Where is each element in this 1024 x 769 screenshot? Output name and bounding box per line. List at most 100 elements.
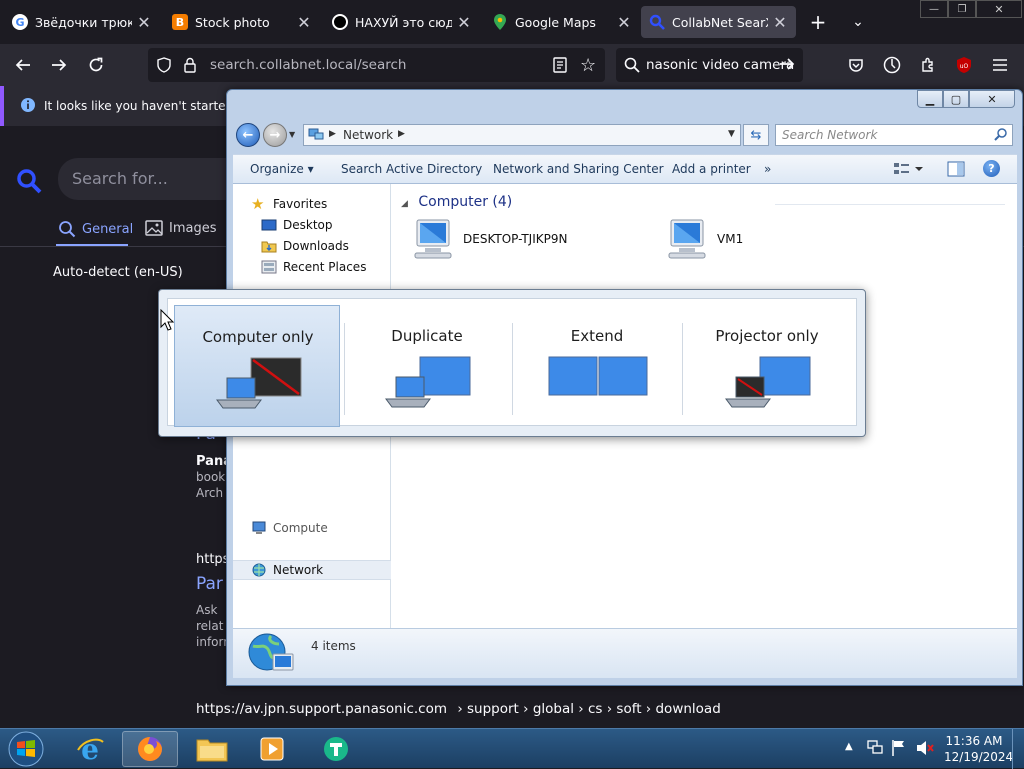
- nav-computer[interactable]: Compute: [251, 518, 409, 538]
- address-bar[interactable]: ▶ Network ▶ ▼: [303, 124, 741, 146]
- explorer-back-icon[interactable]: ←: [236, 123, 260, 147]
- action-center-flag-icon[interactable]: [891, 739, 907, 760]
- bookmark-star-icon[interactable]: ☆: [580, 55, 596, 76]
- nav-computer-label: Compute: [273, 521, 328, 535]
- option-label: Projector only: [715, 327, 819, 345]
- close-window-icon[interactable]: ✕: [976, 0, 1022, 18]
- option-projector-only[interactable]: Projector only: [684, 305, 850, 427]
- url-bar[interactable]: search.collabnet.local/search ☆: [148, 48, 605, 82]
- reader-view-icon[interactable]: [553, 57, 567, 76]
- media-player-icon: [260, 737, 284, 761]
- downloads-folder-icon: [261, 241, 277, 253]
- breadcrumb-network[interactable]: Network: [343, 128, 393, 142]
- address-dropdown-icon[interactable]: ▼: [728, 129, 735, 139]
- browser-nav-bar: search.collabnet.local/search ☆ nasonic …: [0, 44, 1024, 86]
- close-tab-icon[interactable]: ✕: [616, 13, 632, 32]
- close-window-icon[interactable]: ✕: [969, 90, 1015, 108]
- add-printer-button[interactable]: Add a printer: [672, 162, 751, 176]
- extensions-puzzle-icon[interactable]: [915, 52, 941, 78]
- start-button[interactable]: [6, 730, 46, 768]
- volume-muted-icon[interactable]: [915, 739, 935, 760]
- close-tab-icon[interactable]: ✕: [456, 13, 472, 32]
- clock[interactable]: 11:36 AM 12/19/2024: [944, 733, 1014, 765]
- back-arrow-icon[interactable]: [10, 52, 36, 78]
- searxng-icon: [649, 14, 665, 30]
- preview-pane-icon[interactable]: [947, 161, 965, 180]
- clock-date: 12/19/2024: [944, 750, 1014, 764]
- option-label: Duplicate: [391, 327, 463, 345]
- tab-searxng[interactable]: CollabNet SearXNG ✕: [641, 6, 796, 38]
- option-computer-only[interactable]: Computer only: [174, 305, 340, 427]
- option-extend[interactable]: Extend: [514, 305, 680, 427]
- help-icon[interactable]: ?: [983, 160, 1000, 177]
- show-hidden-icons-icon[interactable]: ▲: [845, 741, 853, 752]
- hamburger-menu-icon[interactable]: [987, 52, 1013, 78]
- network-sharing-center-button[interactable]: Network and Sharing Center: [493, 162, 664, 176]
- show-desktop-button[interactable]: [1012, 729, 1024, 769]
- taskbar-explorer[interactable]: [184, 731, 240, 767]
- group-header-label: Computer (4): [418, 194, 513, 210]
- result-snippet: book: [196, 470, 226, 484]
- close-tab-icon[interactable]: ✕: [136, 13, 152, 32]
- breadcrumb-arrow-icon[interactable]: ▶: [398, 129, 405, 139]
- search-go-arrow-icon[interactable]: [779, 56, 795, 75]
- refresh-icon[interactable]: ⇆: [743, 124, 769, 146]
- taskbar-firefox[interactable]: [122, 731, 178, 767]
- command-bar: Organize ▾ Search Active Directory Netwo…: [233, 154, 1017, 184]
- nav-favorites[interactable]: ★ Favorites: [251, 194, 409, 214]
- maps-pin-icon: [492, 14, 508, 30]
- search-bar[interactable]: nasonic video camera: [616, 48, 803, 82]
- taskbar-teams[interactable]: [308, 731, 364, 767]
- breadcrumb-arrow-icon[interactable]: ▶: [329, 129, 336, 139]
- close-tab-icon[interactable]: ✕: [772, 13, 788, 32]
- tab-third[interactable]: НАХУЙ это сюда ✕: [324, 6, 480, 38]
- lock-icon[interactable]: [183, 57, 197, 76]
- language-selector[interactable]: Auto-detect (en-US): [53, 265, 183, 280]
- windows-taskbar: e ▲ 11:36 AM 12/19/2024: [0, 728, 1024, 769]
- tab-google-maps[interactable]: Google Maps ✕: [484, 6, 640, 38]
- more-commands-chevron[interactable]: »: [764, 162, 771, 176]
- nav-network[interactable]: Network: [233, 560, 391, 580]
- teams-icon: [324, 737, 348, 761]
- result-title[interactable]: Par: [196, 574, 223, 594]
- new-tab-button[interactable]: +: [805, 9, 831, 35]
- option-duplicate[interactable]: Duplicate: [344, 305, 510, 427]
- extend-icon: [548, 356, 648, 396]
- minimize-icon[interactable]: —: [920, 0, 948, 18]
- option-label: Extend: [570, 327, 624, 345]
- explorer-forward-icon[interactable]: →: [263, 123, 287, 147]
- pocket-icon[interactable]: [843, 52, 869, 78]
- window-controls: — ❐ ✕: [920, 0, 1024, 18]
- minimize-icon[interactable]: ▁: [917, 90, 943, 108]
- search-active-directory-button[interactable]: Search Active Directory: [341, 162, 482, 176]
- explorer-search-input[interactable]: Search Network: [775, 124, 1013, 146]
- group-header-computer[interactable]: ◢ Computer (4): [401, 194, 512, 210]
- network-tray-icon[interactable]: [866, 740, 884, 759]
- computer-item-vm1[interactable]: VM1: [665, 218, 743, 260]
- taskbar-media-player[interactable]: [244, 731, 300, 767]
- collapse-arrow-icon[interactable]: ◢: [401, 199, 408, 209]
- forward-arrow-icon[interactable]: [46, 52, 72, 78]
- tab-images[interactable]: Images: [145, 220, 217, 236]
- computer-item-desktop[interactable]: DESKTOP-TJIKP9N: [411, 218, 567, 260]
- tab-zvezdochki[interactable]: G Звёдочки трюк а ✕: [4, 6, 160, 38]
- ublock-origin-icon[interactable]: uO: [951, 52, 977, 78]
- reload-icon[interactable]: [83, 52, 109, 78]
- tracking-shield-icon[interactable]: [156, 57, 172, 76]
- tab-stock-photo[interactable]: B Stock photo ✕: [164, 6, 320, 38]
- close-tab-icon[interactable]: ✕: [296, 13, 312, 32]
- search-icon: [624, 57, 640, 76]
- maximize-icon[interactable]: ▢: [943, 90, 969, 108]
- result-url[interactable]: https: [196, 552, 229, 567]
- list-all-tabs-icon[interactable]: ⌄: [845, 9, 871, 35]
- sync-account-icon[interactable]: [879, 52, 905, 78]
- tab-title: НАХУЙ это сюда: [355, 14, 452, 30]
- view-options-icon[interactable]: [893, 161, 923, 180]
- tab-general[interactable]: General: [58, 220, 133, 238]
- organize-menu[interactable]: Organize ▾: [250, 162, 314, 176]
- restore-icon[interactable]: ❐: [948, 0, 976, 18]
- option-label: Computer only: [202, 328, 314, 346]
- taskbar-ie[interactable]: e: [62, 731, 118, 767]
- recent-pages-chevron-icon[interactable]: ▼: [289, 130, 295, 139]
- result-url[interactable]: https://av.jpn.support.panasonic.com › s…: [196, 701, 721, 717]
